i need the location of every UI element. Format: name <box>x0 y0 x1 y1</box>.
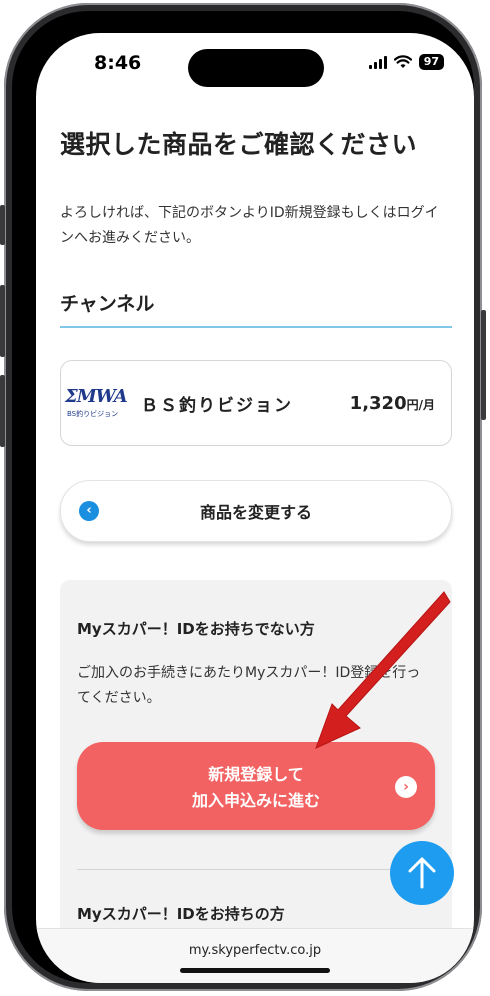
logo-text: BS釣りビジョン <box>67 410 119 418</box>
lead-text: よろしければ、下記のボタンよりID新規登録もしくはログインへお進みください。 <box>60 205 439 246</box>
volume-down-button <box>0 375 5 447</box>
arrow-up-icon <box>408 857 436 889</box>
status-icons: 97 <box>368 54 444 70</box>
cellular-signal-icon <box>368 55 387 69</box>
status-time: 8:46 <box>94 52 142 74</box>
power-button <box>481 310 486 420</box>
existing-member-heading: Myスカパー！IDをお持ちの方 <box>77 905 285 923</box>
new-member-heading: Myスカパー！IDをお持ちでない方 <box>77 620 315 638</box>
channel-logo: ΣMWA BS釣りビジョン <box>65 383 128 423</box>
wifi-icon <box>393 55 412 68</box>
new-member-text: ご加入のお手続きにあたりMyスカパー！ID登録を行ってください。 <box>77 665 421 706</box>
divider <box>77 869 435 870</box>
chevron-right-icon: › <box>395 776 417 798</box>
product-name: ＢＳ釣りビジョン <box>141 395 293 416</box>
url-text: my.skyperfectv.co.jp <box>188 943 322 958</box>
product-price: 1,320円/月 <box>350 393 435 414</box>
register-label-line1: 新規登録して <box>208 765 304 784</box>
logo-mark: ΣMWA <box>65 386 128 407</box>
action-button <box>0 205 5 245</box>
chevron-left-icon: ‹ <box>79 501 99 521</box>
page-title: 選択した商品をご確認ください <box>60 130 418 159</box>
battery-indicator: 97 <box>418 54 444 70</box>
price-value: 1,320 <box>349 392 407 414</box>
member-options-box: Myスカパー！IDをお持ちでない方 ご加入のお手続きにあたりMyスカパー！ID登… <box>60 580 452 980</box>
dynamic-island <box>188 49 324 87</box>
register-button[interactable]: 新規登録して 加入申込みに進む › <box>77 742 435 830</box>
price-unit: 円/月 <box>406 397 435 412</box>
register-button-label: 新規登録して 加入申込みに進む <box>77 762 435 814</box>
home-indicator <box>180 968 330 973</box>
screen: 8:46 97 選択した商品をご確認ください よろしければ、下記のボタンよりID… <box>36 33 474 983</box>
phone-bezel: 8:46 97 選択した商品をご確認ください よろしければ、下記のボタンよりID… <box>12 11 474 983</box>
volume-up-button <box>0 285 5 357</box>
register-label-line2: 加入申込みに進む <box>191 791 320 810</box>
product-card: ΣMWA BS釣りビジョン ＢＳ釣りビジョン 1,320円/月 <box>60 360 452 446</box>
browser-address-bar[interactable]: my.skyperfectv.co.jp <box>36 928 474 983</box>
section-heading-channel: チャンネル <box>60 289 452 328</box>
change-product-label: 商品を変更する <box>199 503 312 522</box>
scroll-to-top-button[interactable] <box>390 841 454 905</box>
change-product-button[interactable]: ‹ 商品を変更する <box>60 480 452 542</box>
